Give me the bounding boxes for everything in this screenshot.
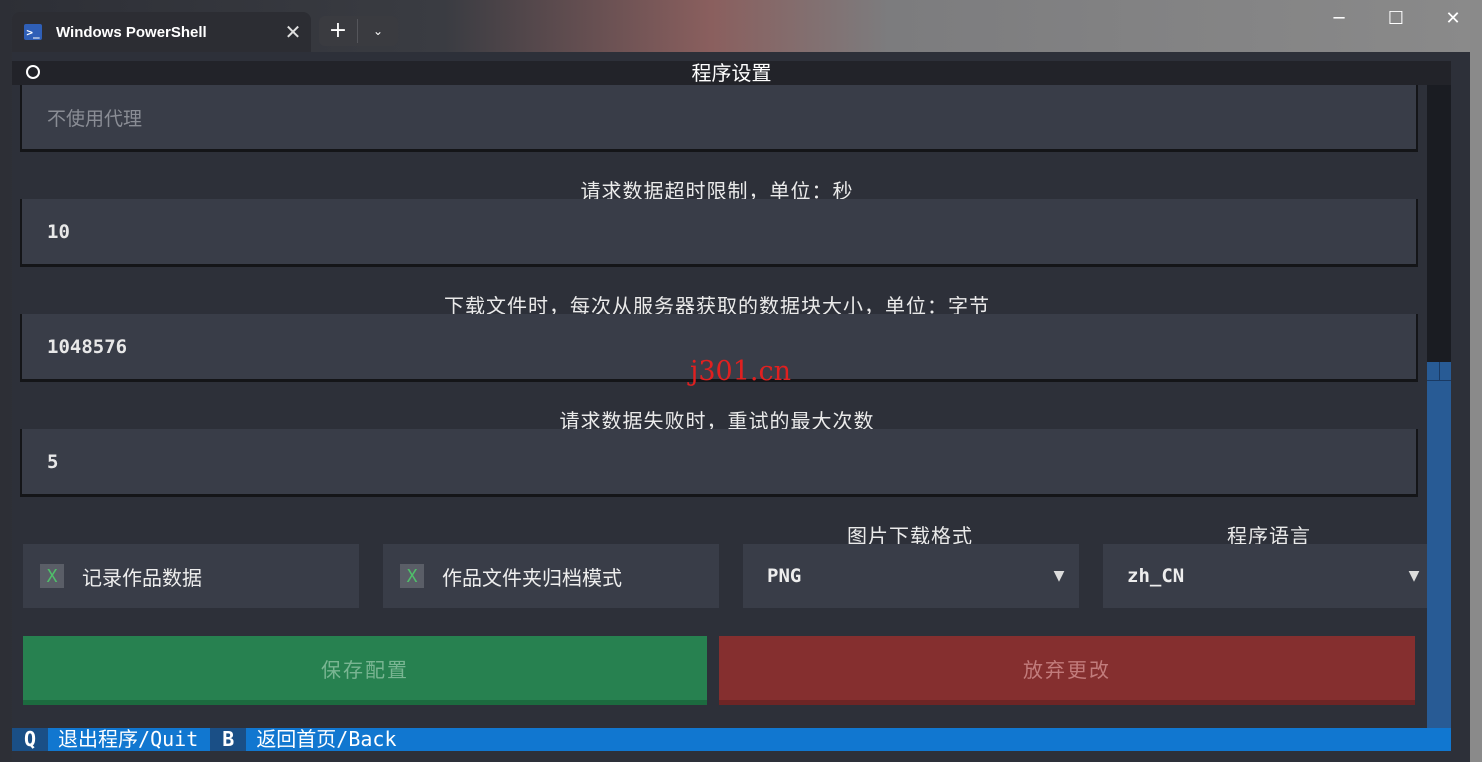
close-tab-icon[interactable]: ✕ — [275, 20, 311, 44]
checkbox-mark: X — [40, 564, 64, 588]
new-tab-button[interactable]: + — [319, 17, 357, 45]
tab-bar: >_ Windows PowerShell ✕ + ⌄ ─ ☐ ✕ — [0, 0, 1482, 52]
terminal-window: >_ Windows PowerShell ✕ + ⌄ ─ ☐ ✕ 程序设置 不… — [0, 0, 1482, 762]
dropdown-arrow-icon: ▼ — [1053, 568, 1065, 584]
timeout-input[interactable]: 10 — [20, 199, 1418, 267]
checkbox-label: 作品文件夹归档模式 — [442, 565, 622, 590]
retry-input[interactable]: 5 — [20, 429, 1418, 497]
checkbox-mark: X — [400, 564, 424, 588]
terminal-content: 程序设置 不使用代理 请求数据超时限制，单位：秒 10 下载文件时，每次从服务器… — [12, 52, 1470, 762]
minimize-button[interactable]: ─ — [1316, 8, 1362, 29]
tab-powershell[interactable]: >_ Windows PowerShell ✕ — [12, 12, 311, 52]
record-data-checkbox[interactable]: X 记录作品数据 — [23, 544, 359, 608]
dropdown-arrow-icon: ▼ — [1408, 568, 1420, 584]
divider — [1439, 362, 1440, 380]
scrollbar-thumb[interactable] — [1427, 362, 1451, 728]
back-label[interactable]: 返回首页/Back — [246, 728, 408, 751]
page-title: 程序设置 — [691, 61, 772, 85]
chevron-down-icon[interactable]: ⌄ — [358, 24, 398, 38]
proxy-input[interactable]: 不使用代理 — [20, 85, 1418, 152]
back-key[interactable]: B — [210, 728, 247, 751]
checkbox-label: 记录作品数据 — [82, 565, 202, 590]
circle-icon — [26, 65, 40, 79]
app-header: 程序设置 — [12, 61, 1451, 85]
quit-key[interactable]: Q — [12, 728, 49, 751]
maximize-button[interactable]: ☐ — [1373, 8, 1419, 29]
new-tab-group: + ⌄ — [319, 16, 398, 46]
footer-bar: Q 退出程序/Quit B 返回首页/Back — [12, 728, 1451, 751]
quit-label[interactable]: 退出程序/Quit — [48, 728, 210, 751]
divider — [1427, 380, 1451, 381]
cancel-button[interactable]: 放弃更改 — [719, 636, 1415, 705]
save-button[interactable]: 保存配置 — [23, 636, 707, 705]
select-value: zh_CN — [1127, 565, 1185, 587]
watermark: j301.cn — [690, 356, 791, 387]
tab-title: Windows PowerShell — [56, 23, 207, 41]
image-format-select[interactable]: PNG ▼ — [743, 544, 1079, 608]
language-select[interactable]: zh_CN ▼ — [1103, 544, 1427, 608]
powershell-icon: >_ — [24, 24, 42, 40]
close-window-button[interactable]: ✕ — [1430, 8, 1476, 29]
folder-mode-checkbox[interactable]: X 作品文件夹归档模式 — [383, 544, 719, 608]
select-value: PNG — [767, 565, 802, 587]
